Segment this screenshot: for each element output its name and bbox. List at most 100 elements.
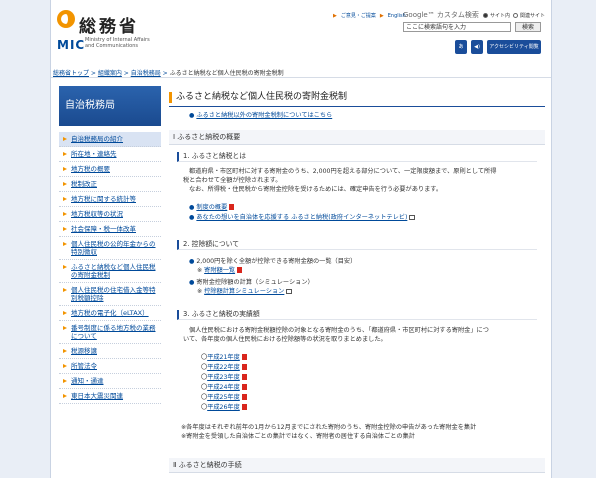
year-link-h24[interactable]: 平成24年度: [207, 384, 240, 391]
sidebar-item-revenue[interactable]: 地方税収等の状況: [59, 207, 161, 222]
video-link[interactable]: あなたの想いを自治体を応援する ふるさと納税(政府インターネットテレビ): [196, 214, 407, 221]
breadcrumb-bureau[interactable]: 自治税務局: [131, 70, 161, 77]
arrow-icon: ▶: [379, 12, 384, 19]
paragraph-1-line2: 税と合わせて全額が控除されます。: [183, 177, 282, 184]
header: 総務省 MIC Ministry of Internal Affairs and…: [51, 0, 551, 64]
year-link-row[interactable]: 〇平成21年度: [201, 354, 247, 363]
year-link-row[interactable]: 〇平成24年度: [201, 384, 247, 393]
breadcrumb: 総務省トップ > 組織案内 > 自治税務局 > ふるさと納税など個人住民税の寄附…: [53, 70, 284, 77]
note-1: ※各年度はそれぞれ前年の1月から12月までにされた寄附のうち、寄附金控除の申告が…: [181, 424, 477, 431]
overview-link[interactable]: 制度の概要: [196, 204, 227, 211]
radio-site-label: サイト内: [490, 13, 511, 19]
page-title: ふるさと納税など個人住民税の寄附金税制: [169, 92, 347, 103]
sidebar-title: 自治税務局: [59, 86, 161, 126]
sidebar-item-overview[interactable]: 地方税の概要: [59, 162, 161, 177]
radio-off-icon: [513, 13, 518, 18]
subheading-3: 3. ふるさと納税の実績額: [177, 310, 537, 320]
accessibility-tool-button[interactable]: アクセシビリティ閲覧支援ツール: [487, 40, 541, 64]
radio-on-icon: [483, 13, 488, 18]
year-link-row[interactable]: 〇平成22年度: [201, 364, 247, 373]
video-link-row[interactable]: ● あなたの想いを自治体を応援する ふるさと納税(政府インターネットテレビ): [189, 214, 416, 223]
section-heading-2: Ⅱ ふるさと納税の手続: [169, 458, 545, 473]
radio-related-label: 関連サイト: [520, 13, 546, 19]
subheading-1: 1. ふるさと納税とは: [177, 152, 537, 162]
sidebar-item-contact[interactable]: 所在地・連絡先: [59, 147, 161, 162]
bullet-icon: ●: [189, 112, 195, 119]
sidebar-item-statistics[interactable]: 地方税に関する統計等: [59, 192, 161, 207]
sidebar-item-reform-integrated[interactable]: 社会保障・税一体改革: [59, 222, 161, 237]
external-window-icon: [409, 214, 416, 220]
mic-logo-text[interactable]: MIC: [57, 38, 85, 52]
paragraph-1-line3: なお、所得税・住民税から寄附金控除を受けるためには、確定申告を行う必要があります…: [189, 186, 443, 193]
sidebar-item-pension[interactable]: 個人住民税の公的年金からの特別徴収: [59, 237, 161, 260]
breadcrumb-organization[interactable]: 組織案内: [98, 70, 122, 77]
bullet-icon: ●: [189, 258, 195, 265]
logo-english: Ministry of Internal Affairs and Communi…: [85, 37, 150, 49]
simulation-link[interactable]: 控除額計算シミュレーション: [204, 288, 284, 295]
simulation-row: ● 寄附金控除額の計算（シミュレーション）: [189, 279, 314, 288]
other-tax-link[interactable]: ふるさと納税以外の寄附金税制についてはこちら: [196, 112, 332, 119]
site-logo-text[interactable]: 総務省: [79, 12, 139, 37]
divider: [51, 77, 551, 78]
page: 総務省 MIC Ministry of Internal Affairs and…: [50, 0, 552, 478]
sidebar-item-intro[interactable]: 自治税務局の紹介: [59, 132, 161, 147]
year-link-h25[interactable]: 平成25年度: [207, 394, 240, 401]
pdf-icon: [241, 364, 247, 370]
sidebar-item-eltax[interactable]: 地方税の電子化（eLTAX）: [59, 306, 161, 321]
breadcrumb-home[interactable]: 総務省トップ: [53, 70, 89, 77]
sidebar-item-furusato[interactable]: ふるさと納税など個人住民税の寄附金税制: [59, 260, 161, 283]
mic-logo-icon[interactable]: [57, 10, 75, 28]
google-search-label: Google™ カスタム検索: [403, 11, 479, 19]
pdf-icon: [241, 384, 247, 390]
subheading-2: 2. 控除額について: [177, 240, 537, 250]
bullet-icon: ●: [189, 279, 195, 286]
note-mark: ※: [197, 288, 203, 295]
paragraph-1-line1: 都道府県・市区町村に対する寄附金のうち、2,000円を超える部分について、一定限…: [189, 168, 497, 175]
paragraph-3-line1: 個人住民税における寄附金税額控除の対象となる寄附金のうち、「都道府県・市区町村に…: [189, 327, 489, 334]
sidebar-item-laws[interactable]: 所管法令: [59, 359, 161, 374]
bullet-icon: ●: [189, 204, 195, 211]
font-size-icon[interactable]: あ: [455, 40, 467, 54]
year-link-row[interactable]: 〇平成25年度: [201, 394, 247, 403]
sidebar: 自治税務局の紹介 所在地・連絡先 地方税の概要 税制改正 地方税に関する統計等 …: [59, 132, 161, 404]
sidebar-item-transfer[interactable]: 税源移譲: [59, 344, 161, 359]
sidebar-item-reform[interactable]: 税制改正: [59, 177, 161, 192]
pdf-icon: [237, 267, 243, 273]
overview-link-row[interactable]: ● 制度の概要: [189, 204, 235, 213]
sidebar-item-mynumber[interactable]: 番号制度に係る地方税の業務について: [59, 321, 161, 344]
bullet-icon: ●: [189, 214, 195, 221]
feedback-link[interactable]: ご意見・ご提案: [341, 12, 376, 19]
speaker-icon[interactable]: ◀): [471, 40, 483, 54]
header-links: ▶ ご意見・ご提案 ▶ English: [333, 12, 406, 20]
deduction-list-text: 2,000円を除く全額が控除できる寄附金額の一覧（目安）: [196, 258, 357, 265]
pdf-icon: [241, 404, 247, 410]
radio-site[interactable]: サイト内: [483, 12, 510, 19]
top-link[interactable]: ● ふるさと納税以外の寄附金税制についてはこちら: [189, 112, 332, 121]
year-link-h26[interactable]: 平成26年度: [207, 404, 240, 411]
year-link-row[interactable]: 〇平成23年度: [201, 374, 247, 383]
note-mark: ※: [197, 267, 203, 274]
sidebar-item-housing[interactable]: 個人住民税の住宅借入金等特別税額控除: [59, 283, 161, 306]
radio-related[interactable]: 関連サイト: [513, 12, 545, 19]
sidebar-item-notices[interactable]: 通知・通達: [59, 374, 161, 389]
year-link-h21[interactable]: 平成21年度: [207, 354, 240, 361]
pdf-icon: [241, 374, 247, 380]
calc-link-row[interactable]: ※ 寄附額一覧: [197, 267, 243, 276]
logo-english-line2: and Communications: [85, 43, 139, 49]
year-link-row[interactable]: 〇平成26年度: [201, 404, 247, 413]
pdf-icon: [241, 394, 247, 400]
sidebar-item-earthquake[interactable]: 東日本大震災関連: [59, 389, 161, 404]
simulation-link-row[interactable]: ※ 控除額計算シミュレーション: [197, 288, 293, 297]
search-button[interactable]: 検索: [515, 22, 541, 32]
search-input[interactable]: ここに検索語句を入力: [403, 22, 511, 32]
year-link-h22[interactable]: 平成22年度: [207, 364, 240, 371]
note-2: ※寄附金を受領した自治体ごとの集計ではなく、寄附者の居住する自治体ごとの集計: [181, 433, 415, 440]
donation-list-link[interactable]: 寄附額一覧: [204, 267, 235, 274]
calculator-icon: [286, 288, 293, 294]
pdf-icon: [241, 354, 247, 360]
year-link-h23[interactable]: 平成23年度: [207, 374, 240, 381]
section-heading-1: Ⅰ ふるさと納税の概要: [169, 130, 545, 145]
arrow-icon: ▶: [333, 12, 337, 19]
breadcrumb-current: ふるさと納税など個人住民税の寄附金税制: [169, 70, 284, 77]
title-underline: [169, 106, 545, 107]
